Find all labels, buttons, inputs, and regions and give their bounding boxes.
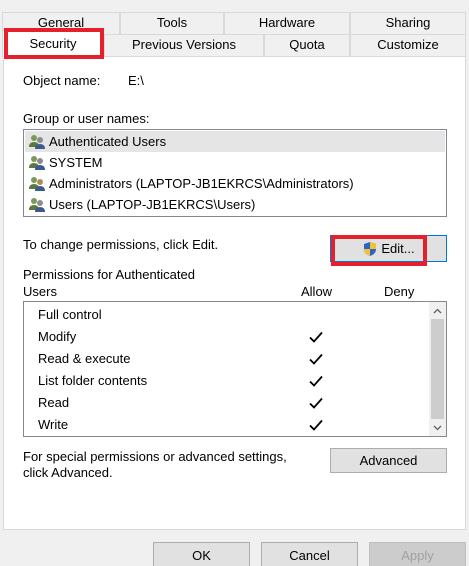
permission-row-name: Read [38, 395, 70, 410]
allow-check-icon [308, 417, 324, 433]
users-icon [29, 135, 45, 149]
permissions-list[interactable]: Full control Modify Read & execute List fol… [23, 301, 447, 437]
change-permissions-text: To change permissions, click Edit. [23, 237, 219, 252]
allow-check-icon [308, 329, 324, 345]
ok-button[interactable]: OK [153, 542, 250, 566]
tab-security[interactable]: Security [2, 30, 104, 58]
apply-button[interactable]: Apply [369, 542, 466, 566]
list-item-label: Users (LAPTOP-JB1EKRCS\Users) [49, 197, 256, 212]
permissions-header-line2: Users [23, 284, 57, 299]
special-permissions-line2: click Advanced. [23, 465, 113, 480]
permission-row-name: List folder contents [38, 373, 148, 388]
permissions-header-line1: Permissions for Authenticated [23, 267, 195, 282]
object-name-label: Object name: [23, 73, 101, 88]
users-icon [29, 156, 45, 170]
list-item-administrators[interactable]: Administrators (LAPTOP-JB1EKRCS\Administ… [28, 174, 354, 194]
list-item-label: SYSTEM [49, 155, 103, 170]
allow-check-icon [308, 373, 324, 389]
cancel-button[interactable]: Cancel [261, 542, 358, 566]
object-name-value: E:\ [128, 73, 144, 88]
group-user-list[interactable]: Authenticated Users SYSTEM Administrator… [23, 129, 447, 217]
scroll-up-arrow-icon[interactable] [429, 302, 446, 319]
advanced-button[interactable]: Advanced [330, 448, 447, 473]
users-icon [29, 177, 45, 191]
scroll-thumb[interactable] [431, 319, 444, 419]
tab-previous-versions[interactable]: Previous Versions [104, 34, 264, 56]
edit-button-label: Edit... [381, 241, 415, 256]
permissions-scrollbar[interactable] [429, 302, 446, 436]
uac-shield-icon [364, 241, 377, 256]
security-properties-dialog: General Tools Hardware Sharing Previous … [0, 0, 469, 566]
permission-row-name: Modify [38, 329, 77, 344]
allow-column-header: Allow [301, 284, 333, 299]
list-item-system[interactable]: SYSTEM [28, 153, 102, 173]
allow-check-icon [308, 395, 324, 411]
tab-quota[interactable]: Quota [264, 34, 350, 56]
edit-button[interactable]: Edit... [330, 235, 447, 262]
security-panel: Object name: E:\ Group or user names: Au… [3, 56, 466, 530]
list-item-users[interactable]: Users (LAPTOP-JB1EKRCS\Users) [28, 195, 255, 215]
permission-row-name: Read & execute [38, 351, 131, 366]
deny-column-header: Deny [384, 284, 415, 299]
scroll-down-arrow-icon[interactable] [429, 419, 446, 436]
list-item-label: Authenticated Users [49, 134, 167, 149]
tab-sharing[interactable]: Sharing [350, 12, 466, 34]
special-permissions-line1: For special permissions or advanced sett… [23, 449, 287, 464]
group-names-label: Group or user names: [23, 111, 150, 126]
tab-tools[interactable]: Tools [120, 12, 224, 34]
tab-hardware[interactable]: Hardware [224, 12, 350, 34]
list-item-authenticated-users[interactable]: Authenticated Users [28, 132, 166, 152]
tab-customize[interactable]: Customize [350, 34, 466, 56]
permission-row-name: Full control [38, 307, 102, 322]
permission-row-name: Write [38, 417, 69, 432]
list-item-label: Administrators (LAPTOP-JB1EKRCS\Administ… [49, 176, 354, 191]
users-icon [29, 198, 45, 212]
allow-check-icon [308, 351, 324, 367]
